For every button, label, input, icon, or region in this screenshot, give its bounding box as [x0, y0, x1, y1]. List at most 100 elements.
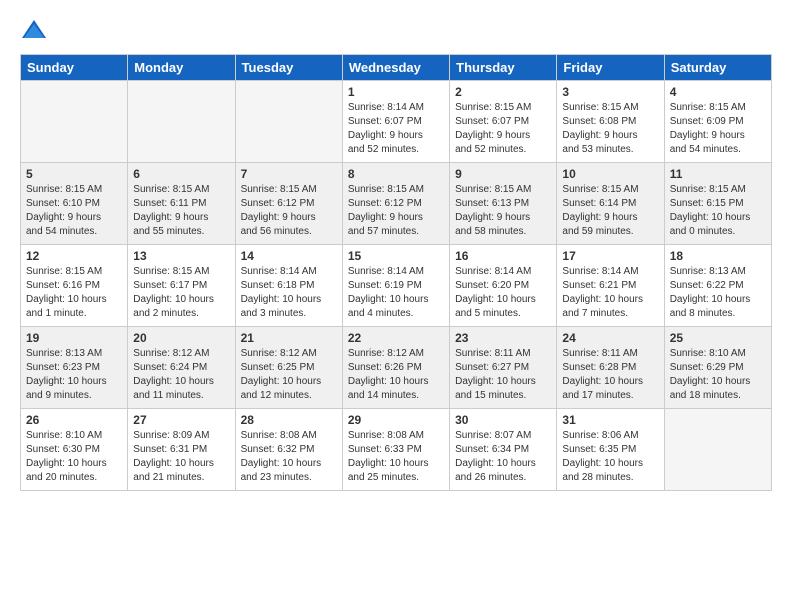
calendar-day: 12 Sunrise: 8:15 AM Sunset: 6:16 PM Dayli… — [21, 245, 128, 327]
calendar: SundayMondayTuesdayWednesdayThursdayFrid… — [20, 54, 772, 491]
day-number: 6 — [133, 167, 229, 181]
header — [20, 16, 772, 44]
day-info: Sunrise: 8:13 AM Sunset: 6:23 PM Dayligh… — [26, 347, 122, 403]
calendar-day: 8 Sunrise: 8:15 AM Sunset: 6:12 PM Daylig… — [342, 163, 449, 245]
day-info: Sunrise: 8:09 AM Sunset: 6:31 PM Dayligh… — [133, 429, 229, 485]
calendar-day: 31 Sunrise: 8:06 AM Sunset: 6:35 PM Dayli… — [557, 409, 664, 491]
day-info: Sunrise: 8:14 AM Sunset: 6:07 PM Dayligh… — [348, 101, 444, 157]
calendar-header-wednesday: Wednesday — [342, 55, 449, 81]
day-info: Sunrise: 8:14 AM Sunset: 6:18 PM Dayligh… — [241, 265, 337, 321]
calendar-day: 25 Sunrise: 8:10 AM Sunset: 6:29 PM Dayli… — [664, 327, 771, 409]
calendar-header-friday: Friday — [557, 55, 664, 81]
day-number: 14 — [241, 249, 337, 263]
day-info: Sunrise: 8:14 AM Sunset: 6:19 PM Dayligh… — [348, 265, 444, 321]
day-info: Sunrise: 8:15 AM Sunset: 6:13 PM Dayligh… — [455, 183, 551, 239]
day-number: 25 — [670, 331, 766, 345]
day-info: Sunrise: 8:15 AM Sunset: 6:09 PM Dayligh… — [670, 101, 766, 157]
day-number: 23 — [455, 331, 551, 345]
calendar-day: 23 Sunrise: 8:11 AM Sunset: 6:27 PM Dayli… — [450, 327, 557, 409]
calendar-day: 1 Sunrise: 8:14 AM Sunset: 6:07 PM Daylig… — [342, 81, 449, 163]
day-info: Sunrise: 8:15 AM Sunset: 6:17 PM Dayligh… — [133, 265, 229, 321]
logo-icon — [20, 16, 48, 44]
day-info: Sunrise: 8:15 AM Sunset: 6:12 PM Dayligh… — [348, 183, 444, 239]
calendar-header-tuesday: Tuesday — [235, 55, 342, 81]
calendar-week-row: 12 Sunrise: 8:15 AM Sunset: 6:16 PM Dayli… — [21, 245, 772, 327]
day-number: 7 — [241, 167, 337, 181]
calendar-week-row: 19 Sunrise: 8:13 AM Sunset: 6:23 PM Dayli… — [21, 327, 772, 409]
day-number: 4 — [670, 85, 766, 99]
calendar-day — [664, 409, 771, 491]
day-number: 15 — [348, 249, 444, 263]
day-info: Sunrise: 8:07 AM Sunset: 6:34 PM Dayligh… — [455, 429, 551, 485]
calendar-header-thursday: Thursday — [450, 55, 557, 81]
day-number: 5 — [26, 167, 122, 181]
calendar-day: 27Sunrise: 8:09 AM Sunset: 6:31 PM Dayli… — [128, 409, 235, 491]
day-info: Sunrise: 8:11 AM Sunset: 6:27 PM Dayligh… — [455, 347, 551, 403]
day-number: 2 — [455, 85, 551, 99]
calendar-day: 7 Sunrise: 8:15 AM Sunset: 6:12 PM Daylig… — [235, 163, 342, 245]
day-info: Sunrise: 8:15 AM Sunset: 6:08 PM Dayligh… — [562, 101, 658, 157]
calendar-day: 28 Sunrise: 8:08 AM Sunset: 6:32 PM Dayli… — [235, 409, 342, 491]
calendar-day — [235, 81, 342, 163]
day-number: 30 — [455, 413, 551, 427]
day-info: Sunrise: 8:15 AM Sunset: 6:16 PM Dayligh… — [26, 265, 122, 321]
day-number: 28 — [241, 413, 337, 427]
day-info: Sunrise: 8:08 AM Sunset: 6:32 PM Dayligh… — [241, 429, 337, 485]
day-info: Sunrise: 8:13 AM Sunset: 6:22 PM Dayligh… — [670, 265, 766, 321]
logo — [20, 16, 50, 44]
day-number: 19 — [26, 331, 122, 345]
calendar-day: 16 Sunrise: 8:14 AM Sunset: 6:20 PM Dayli… — [450, 245, 557, 327]
calendar-day: 6Sunrise: 8:15 AM Sunset: 6:11 PM Daylig… — [128, 163, 235, 245]
calendar-day: 26 Sunrise: 8:10 AM Sunset: 6:30 PM Dayli… — [21, 409, 128, 491]
day-number: 22 — [348, 331, 444, 345]
calendar-day: 4 Sunrise: 8:15 AM Sunset: 6:09 PM Daylig… — [664, 81, 771, 163]
day-info: Sunrise: 8:15 AM Sunset: 6:10 PM Dayligh… — [26, 183, 122, 239]
calendar-day: 24 Sunrise: 8:11 AM Sunset: 6:28 PM Dayli… — [557, 327, 664, 409]
calendar-day: 19 Sunrise: 8:13 AM Sunset: 6:23 PM Dayli… — [21, 327, 128, 409]
day-number: 3 — [562, 85, 658, 99]
day-number: 24 — [562, 331, 658, 345]
calendar-day: 20Sunrise: 8:12 AM Sunset: 6:24 PM Dayli… — [128, 327, 235, 409]
day-number: 1 — [348, 85, 444, 99]
day-info: Sunrise: 8:14 AM Sunset: 6:20 PM Dayligh… — [455, 265, 551, 321]
day-info: Sunrise: 8:08 AM Sunset: 6:33 PM Dayligh… — [348, 429, 444, 485]
calendar-day: 11Sunrise: 8:15 AM Sunset: 6:15 PM Dayli… — [664, 163, 771, 245]
day-info: Sunrise: 8:12 AM Sunset: 6:25 PM Dayligh… — [241, 347, 337, 403]
day-number: 26 — [26, 413, 122, 427]
day-info: Sunrise: 8:12 AM Sunset: 6:24 PM Dayligh… — [133, 347, 229, 403]
calendar-day: 18Sunrise: 8:13 AM Sunset: 6:22 PM Dayli… — [664, 245, 771, 327]
day-number: 31 — [562, 413, 658, 427]
calendar-week-row: 26 Sunrise: 8:10 AM Sunset: 6:30 PM Dayli… — [21, 409, 772, 491]
calendar-header-saturday: Saturday — [664, 55, 771, 81]
day-number: 16 — [455, 249, 551, 263]
day-number: 9 — [455, 167, 551, 181]
calendar-day: 17Sunrise: 8:14 AM Sunset: 6:21 PM Dayli… — [557, 245, 664, 327]
calendar-day: 14 Sunrise: 8:14 AM Sunset: 6:18 PM Dayli… — [235, 245, 342, 327]
day-number: 11 — [670, 167, 766, 181]
day-info: Sunrise: 8:15 AM Sunset: 6:14 PM Dayligh… — [562, 183, 658, 239]
calendar-day — [21, 81, 128, 163]
calendar-header-monday: Monday — [128, 55, 235, 81]
calendar-day: 15 Sunrise: 8:14 AM Sunset: 6:19 PM Dayli… — [342, 245, 449, 327]
day-info: Sunrise: 8:06 AM Sunset: 6:35 PM Dayligh… — [562, 429, 658, 485]
day-number: 10 — [562, 167, 658, 181]
day-number: 12 — [26, 249, 122, 263]
day-number: 8 — [348, 167, 444, 181]
calendar-day: 13 Sunrise: 8:15 AM Sunset: 6:17 PM Dayli… — [128, 245, 235, 327]
calendar-week-row: 1 Sunrise: 8:14 AM Sunset: 6:07 PM Daylig… — [21, 81, 772, 163]
day-info: Sunrise: 8:10 AM Sunset: 6:30 PM Dayligh… — [26, 429, 122, 485]
calendar-day: 3 Sunrise: 8:15 AM Sunset: 6:08 PM Daylig… — [557, 81, 664, 163]
day-number: 13 — [133, 249, 229, 263]
day-info: Sunrise: 8:10 AM Sunset: 6:29 PM Dayligh… — [670, 347, 766, 403]
calendar-day: 21Sunrise: 8:12 AM Sunset: 6:25 PM Dayli… — [235, 327, 342, 409]
day-info: Sunrise: 8:11 AM Sunset: 6:28 PM Dayligh… — [562, 347, 658, 403]
day-info: Sunrise: 8:14 AM Sunset: 6:21 PM Dayligh… — [562, 265, 658, 321]
page: SundayMondayTuesdayWednesdayThursdayFrid… — [0, 0, 792, 612]
calendar-week-row: 5 Sunrise: 8:15 AM Sunset: 6:10 PM Daylig… — [21, 163, 772, 245]
calendar-day: 30 Sunrise: 8:07 AM Sunset: 6:34 PM Dayli… — [450, 409, 557, 491]
calendar-header-row: SundayMondayTuesdayWednesdayThursdayFrid… — [21, 55, 772, 81]
calendar-day: 9 Sunrise: 8:15 AM Sunset: 6:13 PM Daylig… — [450, 163, 557, 245]
day-info: Sunrise: 8:15 AM Sunset: 6:12 PM Dayligh… — [241, 183, 337, 239]
calendar-day: 10 Sunrise: 8:15 AM Sunset: 6:14 PM Dayli… — [557, 163, 664, 245]
calendar-day: 29Sunrise: 8:08 AM Sunset: 6:33 PM Dayli… — [342, 409, 449, 491]
